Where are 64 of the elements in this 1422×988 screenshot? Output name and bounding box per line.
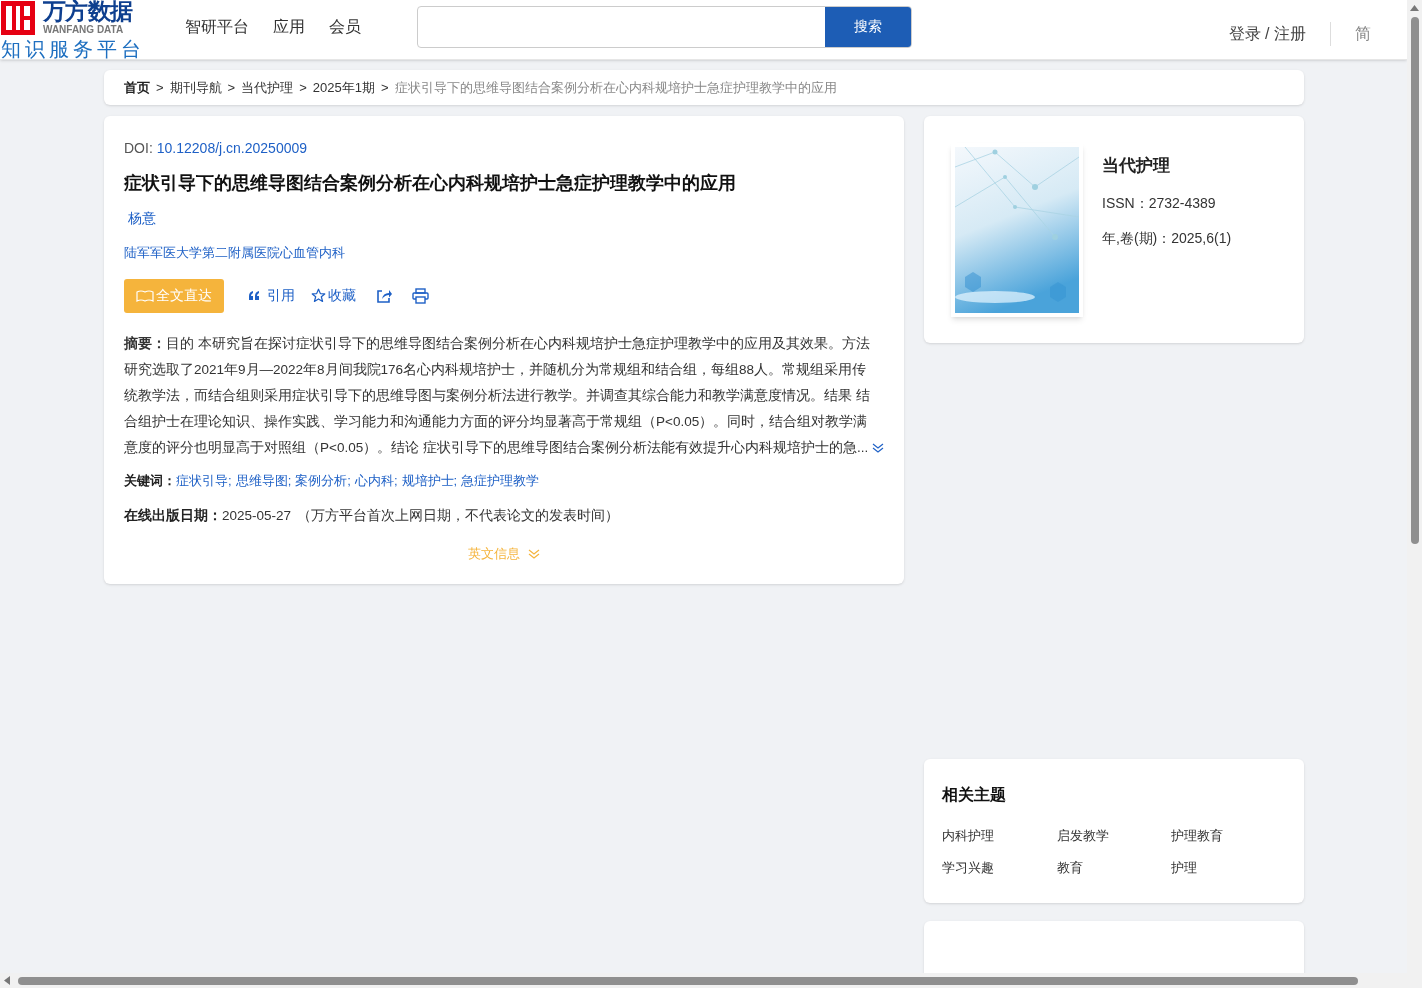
keyword-separator: ; [228, 471, 232, 490]
topic-link[interactable]: 教育 [1056, 859, 1172, 877]
breadcrumb-link[interactable]: 症状引导下的思维导图结合案例分析在心内科规培护士急症护理教学中的应用 [394, 77, 837, 98]
cite-button[interactable]: 引用 [248, 285, 295, 306]
related-topics-title: 相关主题 [942, 785, 1007, 805]
share-button[interactable] [376, 287, 392, 304]
search-button[interactable]: 搜索 [825, 6, 911, 47]
scrollbar-thumb[interactable] [18, 976, 1358, 985]
breadcrumb-link[interactable]: 首页 [124, 77, 150, 98]
scrollbar-thumb[interactable] [1410, 17, 1419, 544]
language-switch[interactable]: 简 [1355, 21, 1371, 46]
journal-issn: ISSN：2732-4389 [1102, 193, 1217, 213]
publish-date: 2025-05-27 [222, 507, 292, 525]
horizontal-scrollbar[interactable] [0, 973, 1422, 988]
keyword-separator: ; [453, 471, 458, 490]
journal-name: 当代护理 [1102, 155, 1171, 177]
login-link[interactable]: 登录 / 注册 [1228, 21, 1306, 46]
nav-link[interactable]: 智研平台 [185, 14, 249, 39]
breadcrumb-link[interactable]: 2025年1期 [312, 77, 375, 98]
star-icon [311, 288, 326, 303]
keyword-link[interactable]: 症状引导 [176, 470, 228, 490]
doi-link[interactable]: 10.12208/j.cn.20250009 [156, 138, 308, 159]
keyword-link[interactable]: 规培护士 [401, 470, 454, 490]
breadcrumb-separator: > [380, 78, 389, 97]
keyword-link[interactable]: 思维导图 [235, 470, 288, 490]
vertical-scrollbar[interactable] [1407, 0, 1422, 973]
keyword-separator: ; [347, 471, 351, 490]
scroll-up-icon[interactable] [1410, 5, 1419, 11]
date-note: （万方平台首次上网日期，不代表论文的发表时间） [297, 507, 620, 525]
topic-link[interactable]: 学习兴趣 [942, 859, 1057, 877]
logo-slogan: 知识服务平台 [1, 39, 146, 59]
logo-subtitle: WANFANG DATA [43, 25, 125, 35]
keywords-label: 关键词： [124, 471, 176, 490]
topic-link[interactable]: 内科护理 [942, 827, 1057, 845]
keyword-link[interactable]: 心内科 [354, 470, 394, 490]
print-button[interactable] [412, 287, 429, 304]
topic-link[interactable]: 启发教学 [1056, 827, 1172, 845]
breadcrumb-separator: > [227, 78, 236, 97]
breadcrumb-separator: > [299, 78, 307, 97]
doi-label: DOI: [124, 139, 153, 158]
author-link[interactable]: 杨意 [128, 208, 156, 229]
nav-link[interactable]: 会员 [329, 14, 361, 39]
breadcrumb-separator: > [156, 78, 164, 97]
breadcrumb-link[interactable]: 期刊导航 [169, 77, 222, 98]
keyword-separator: ; [287, 471, 292, 490]
expand-icon[interactable] [872, 442, 884, 453]
date-label: 在线出版日期： [124, 507, 222, 525]
quote-icon [248, 290, 261, 301]
affiliation-link[interactable]: 陆军军医大学第二附属医院心血管内科 [124, 243, 345, 263]
share-icon [376, 287, 392, 304]
topic-link[interactable]: 护理教育 [1171, 827, 1286, 845]
chevron-down-icon [528, 549, 540, 559]
abstract-text: 摘要：目的 本研究旨在探讨症状引导下的思维导图结合案例分析在心内科规培护士急症护理教学中的应用及其效果。方法研究选取了2021年9月—2022年8月间我院176名心内科规培护士，并随机分为常规组和结合组，每组88人。常规组采用传统教学法，而结合组则采用症状引导下的思维导图与案例分析法进行教学。并调查其综合能力和教学满意度情况。结果 结合组护士在理论知识、操作实践、学习能力和沟通能力方面的评分均显著高于常规组（P<0.05）。同时，结合组对教学满意度的评分也明显高于对照组（P<0.05）。结论 症状引导下的思维导图结合案例分析法能有效提升心内科规培护士的急... [124, 334, 870, 457]
nav-link[interactable]: 应用 [273, 14, 305, 39]
print-icon [412, 287, 429, 304]
breadcrumb-link[interactable]: 当代护理 [241, 77, 294, 98]
journal-issue: 年,卷(期)：2025,6(1) [1102, 228, 1232, 248]
keyword-link[interactable]: 急症护理教学 [461, 470, 540, 490]
scroll-left-icon[interactable] [4, 976, 10, 985]
topic-link[interactable]: 护理 [1171, 859, 1286, 877]
keyword-separator: ; [393, 471, 398, 490]
favorite-button[interactable]: 收藏 [311, 285, 356, 306]
article-title: 症状引导下的思维导图结合案例分析在心内科规培护士急症护理教学中的应用 [124, 171, 737, 195]
book-icon [136, 289, 154, 302]
